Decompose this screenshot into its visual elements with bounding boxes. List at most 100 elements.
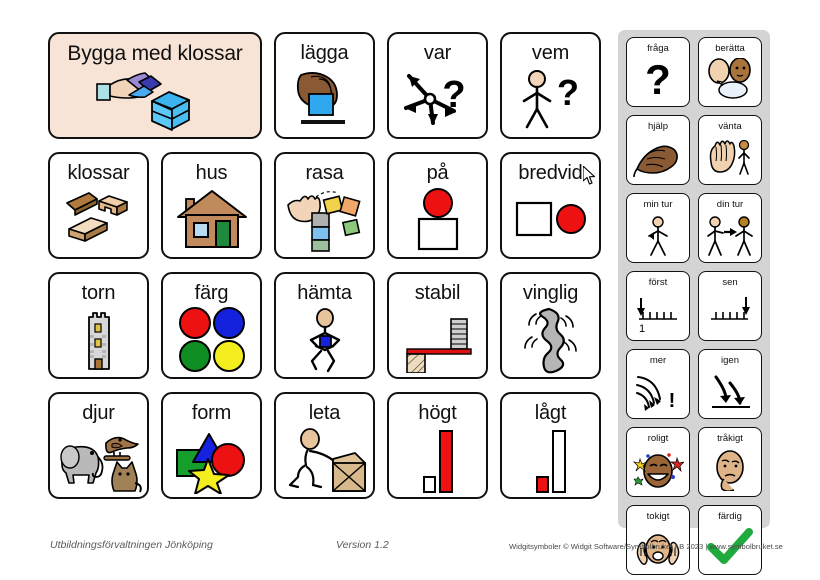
card-label: rasa: [305, 162, 344, 184]
house-icon: [163, 183, 260, 257]
card-leta[interactable]: leta: [274, 392, 375, 499]
side-card-tokigt[interactable]: tokigt: [626, 505, 690, 575]
sidebar-row: min tur din tur: [626, 193, 770, 263]
card-label: hus: [195, 162, 228, 184]
card-farg[interactable]: färg: [161, 272, 262, 379]
side-card-label: roligt: [647, 433, 669, 444]
sidebar-row: mer ! igen: [626, 349, 770, 419]
card-klossar[interactable]: klossar: [48, 152, 149, 259]
side-card-beratta[interactable]: berätta: [698, 37, 762, 107]
board-row: torn färg hämta stabil vinglig: [48, 272, 616, 379]
hand-stop-person-icon: [699, 132, 761, 184]
card-label: torn: [81, 282, 116, 304]
card-pa[interactable]: på: [387, 152, 488, 259]
sidebar-row: fråga ? berätta: [626, 37, 770, 107]
wooden-blocks-icon: [50, 183, 147, 257]
card-hus[interactable]: hus: [161, 152, 262, 259]
short-bar-icon: [502, 423, 599, 497]
animals-icon: [50, 423, 147, 497]
happy-face-icon: [627, 444, 689, 496]
first-caption: 1: [639, 323, 645, 334]
card-vem[interactable]: vem ?: [500, 32, 601, 139]
two-faces-speech-icon: [699, 54, 761, 106]
side-card-din-tur[interactable]: din tur: [698, 193, 762, 263]
card-label: högt: [418, 402, 457, 424]
person-searching-box-icon: [276, 423, 373, 497]
svg-text:?: ?: [442, 74, 465, 116]
side-card-forst[interactable]: först 1: [626, 271, 690, 341]
card-djur[interactable]: djur: [48, 392, 149, 499]
footer-organization: Utbildningsförvaltningen Jönköping: [50, 539, 213, 551]
side-card-sen[interactable]: sen: [698, 271, 762, 341]
board-row: klossar hus rasa på bredvid: [48, 152, 616, 259]
card-lagt[interactable]: lågt: [500, 392, 601, 499]
side-card-label: först: [648, 277, 668, 288]
side-card-label: vänta: [718, 121, 742, 132]
card-label: vinglig: [522, 282, 579, 304]
card-lagga[interactable]: lägga: [274, 32, 375, 139]
side-card-label: färdig: [718, 511, 742, 522]
side-card-roligt[interactable]: roligt: [626, 427, 690, 497]
board-row: Bygga med klossar lägga var ? vem ?: [48, 32, 616, 139]
hand-placing-block-icon: [50, 64, 260, 137]
card-label: Bygga med klossar: [67, 42, 243, 65]
side-card-fraga[interactable]: fråga ?: [626, 37, 690, 107]
card-hamta[interactable]: hämta: [274, 272, 375, 379]
svg-text:!: !: [669, 390, 676, 412]
card-label: hämta: [297, 282, 352, 304]
person-fetching-icon: [276, 303, 373, 377]
svg-text:?: ?: [645, 58, 671, 102]
footer-copyright: Widgitsymboler © Widgit Software/Symbolb…: [509, 542, 783, 551]
side-card-fardig[interactable]: färdig: [698, 505, 762, 575]
later-ruler-arrow-icon: [699, 288, 761, 340]
card-stabil[interactable]: stabil: [387, 272, 488, 379]
side-card-label: tokigt: [646, 511, 670, 522]
sidebar-row: hjälp vänta: [626, 115, 770, 185]
card-label: färg: [194, 282, 229, 304]
sidebar-row: tokigt färdig: [626, 505, 770, 575]
card-label: var: [423, 42, 452, 64]
first-ruler-arrow-icon: 1: [627, 288, 689, 340]
card-label: form: [191, 402, 232, 424]
card-label: djur: [82, 402, 115, 424]
side-card-min-tur[interactable]: min tur: [626, 193, 690, 263]
card-form[interactable]: form: [161, 392, 262, 499]
symbol-board: Bygga med klossar lägga var ? vem ? klos…: [48, 32, 616, 527]
shapes-icon: [163, 423, 260, 497]
side-card-vanta[interactable]: vänta: [698, 115, 762, 185]
side-card-label: mer: [649, 355, 667, 366]
side-card-label: igen: [721, 355, 739, 366]
card-label: lägga: [300, 42, 349, 64]
side-card-trakigt[interactable]: tråkigt: [698, 427, 762, 497]
hand-laying-block-icon: [276, 63, 373, 137]
card-bredvid[interactable]: bredvid: [500, 152, 601, 259]
card-label: bredvid: [518, 162, 583, 184]
side-card-label: min tur: [643, 199, 673, 210]
side-card-hjalp[interactable]: hjälp: [626, 115, 690, 185]
card-torn[interactable]: torn: [48, 272, 149, 379]
card-hogt[interactable]: högt: [387, 392, 488, 499]
svg-text:?: ?: [557, 72, 579, 113]
footer-version: Version 1.2: [336, 539, 389, 551]
board-row: djur form leta högt lågt: [48, 392, 616, 499]
side-card-label: din tur: [716, 199, 744, 210]
card-bygga-med-klossar[interactable]: Bygga med klossar: [48, 32, 262, 139]
card-var[interactable]: var ?: [387, 32, 488, 139]
card-label: lågt: [534, 402, 567, 424]
side-card-label: fråga: [647, 43, 669, 54]
question-mark-icon: ?: [627, 54, 689, 106]
stable-shelf-icon: [389, 303, 486, 377]
card-vinglig[interactable]: vinglig: [500, 272, 601, 379]
card-rasa[interactable]: rasa: [274, 152, 375, 259]
sidebar-row: först 1 sen: [626, 271, 770, 341]
side-card-label: hjälp: [647, 121, 669, 132]
card-label: klossar: [67, 162, 130, 184]
side-card-label: berätta: [715, 43, 745, 54]
wobbly-shape-icon: [502, 303, 599, 377]
card-label: på: [426, 162, 449, 184]
side-card-igen[interactable]: igen: [698, 349, 762, 419]
card-label: leta: [308, 402, 341, 424]
arrows-question-icon: ?: [389, 63, 486, 137]
side-card-mer[interactable]: mer !: [626, 349, 690, 419]
tower-collapsing-icon: [276, 183, 373, 257]
